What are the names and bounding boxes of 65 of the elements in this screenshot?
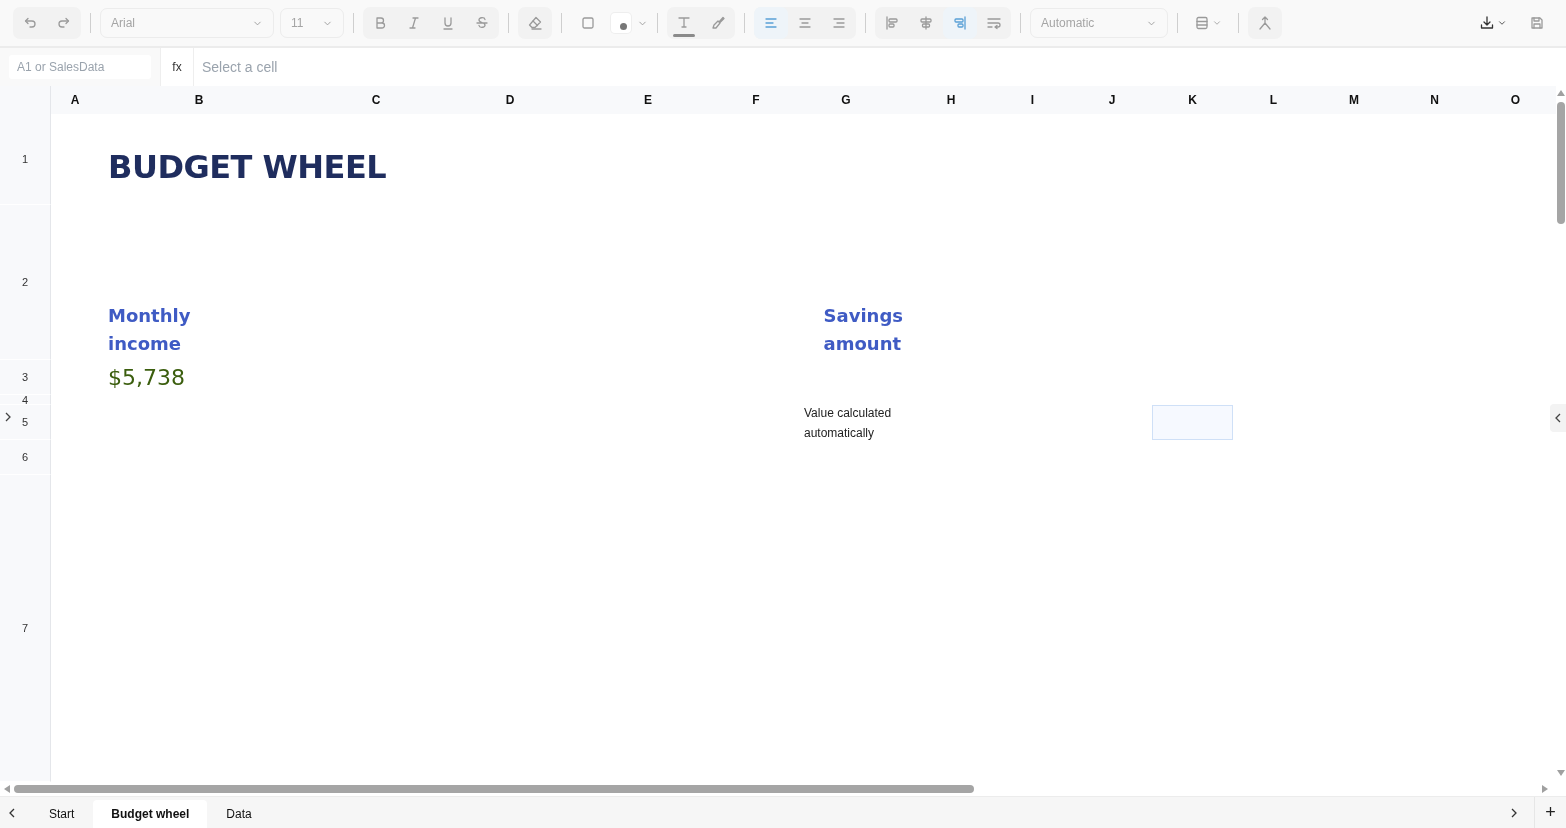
column-header[interactable]: F xyxy=(729,86,783,114)
row-header[interactable]: 3 xyxy=(0,360,51,395)
cell-label: Savings amount xyxy=(823,304,904,356)
merge-icon xyxy=(1257,15,1273,31)
column-header[interactable]: B xyxy=(99,86,299,114)
amount-value: $5,738 xyxy=(107,365,186,390)
column-header[interactable]: N xyxy=(1394,86,1475,114)
chevron-right-icon xyxy=(1510,808,1518,818)
align-bottom-button[interactable] xyxy=(943,7,977,39)
chevron-left-icon xyxy=(8,808,16,818)
fx-label: fx xyxy=(160,48,194,86)
border-icon xyxy=(580,15,596,31)
table-icon xyxy=(1194,15,1210,31)
align-middle-icon xyxy=(918,15,934,31)
column-header[interactable]: J xyxy=(1072,86,1152,114)
note-text: Value calculated automatically xyxy=(803,404,893,442)
download-icon xyxy=(1479,15,1495,31)
column-header[interactable]: G xyxy=(783,86,909,114)
align-right-icon xyxy=(831,15,847,31)
column-header[interactable]: L xyxy=(1233,86,1314,114)
row-header[interactable]: 5 xyxy=(0,405,51,440)
chevron-left-icon xyxy=(1554,413,1562,423)
align-top-icon xyxy=(884,15,900,31)
column-header[interactable]: C xyxy=(299,86,453,114)
panel-toggle-button[interactable] xyxy=(1550,404,1566,432)
name-box-field[interactable]: A1 or SalesData xyxy=(9,55,151,79)
save-icon xyxy=(1529,15,1545,31)
row-header[interactable]: 7 xyxy=(0,475,51,782)
column-header[interactable]: O xyxy=(1475,86,1556,114)
column-header[interactable]: I xyxy=(993,86,1072,114)
fill-dot xyxy=(620,23,627,30)
align-center-icon xyxy=(797,15,813,31)
strikethrough-icon xyxy=(474,15,490,31)
column-header[interactable]: M xyxy=(1314,86,1394,114)
sheet-title: BUDGET WHEEL xyxy=(107,146,388,186)
text-color-bar xyxy=(673,34,695,37)
row-header[interactable]: 2 xyxy=(0,205,51,360)
sheet-tab[interactable]: Budget wheel xyxy=(93,800,208,828)
sheet-tab[interactable]: Data xyxy=(209,800,269,828)
align-bottom-icon xyxy=(952,15,968,31)
expand-icon[interactable] xyxy=(4,412,12,422)
row-header[interactable]: 1 xyxy=(0,114,51,205)
caret-icon xyxy=(1497,18,1507,28)
row-header[interactable]: 4 xyxy=(0,395,51,405)
redo-icon xyxy=(56,15,72,31)
caret-icon xyxy=(1212,18,1222,28)
input-field[interactable] xyxy=(1152,405,1233,440)
sheet-tab[interactable]: Start xyxy=(32,800,92,828)
column-header[interactable]: D xyxy=(453,86,567,114)
column-header[interactable]: K xyxy=(1152,86,1233,114)
text-color-icon xyxy=(676,15,692,31)
column-header[interactable]: E xyxy=(567,86,729,114)
wrap-text-icon xyxy=(986,15,1002,31)
align-left-button[interactable] xyxy=(754,7,788,39)
eraser-icon xyxy=(527,15,543,31)
align-left-icon xyxy=(763,15,779,31)
undo-icon xyxy=(22,15,38,31)
paint-brush-icon xyxy=(710,15,726,31)
add-sheet-button[interactable]: + xyxy=(1534,797,1566,828)
row-header[interactable]: 6 xyxy=(0,440,51,475)
column-header[interactable]: H xyxy=(909,86,993,114)
column-header[interactable]: A xyxy=(51,86,99,114)
cell-label: Monthly income xyxy=(107,304,191,356)
fill-color-button[interactable] xyxy=(611,13,631,33)
formula-field[interactable]: Select a cell xyxy=(194,48,1566,86)
